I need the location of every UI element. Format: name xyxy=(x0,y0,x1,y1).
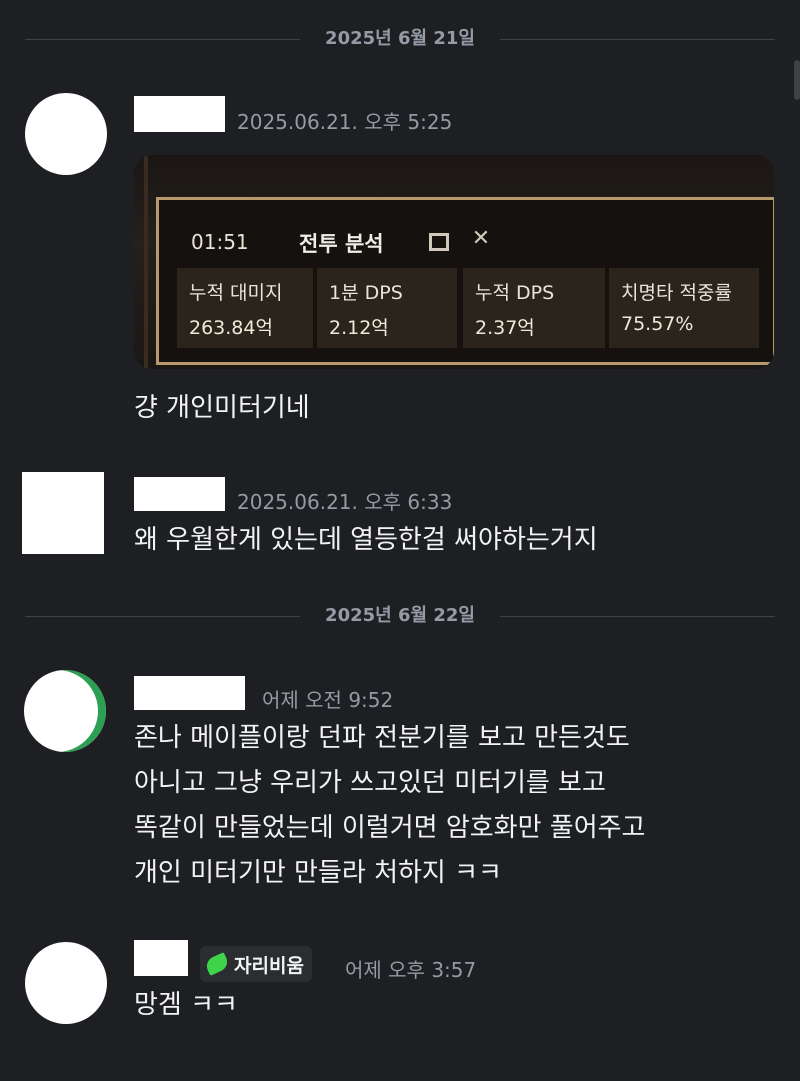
stat-cell: 누적 대미지 263.84억 xyxy=(177,268,313,348)
stat-label: 치명타 적중률 xyxy=(621,282,732,304)
redacted-username[interactable] xyxy=(134,477,225,511)
image-attachment[interactable]: 01:51 전투 분석 ✕ 누적 대미지 263.84억 1분 DPS 2.12… xyxy=(134,155,774,369)
message-timestamp: 2025.06.21. 오후 6:33 xyxy=(237,490,453,514)
redacted-username[interactable] xyxy=(134,940,188,976)
user-avatar[interactable] xyxy=(24,670,106,752)
stat-cell: 치명타 적중률 75.57% xyxy=(609,268,759,348)
combat-panel-title: 전투 분석 xyxy=(299,232,384,256)
date-divider: 2025년 6월 21일 xyxy=(25,28,775,50)
stat-value: 2.12억 xyxy=(329,317,389,339)
redacted-username[interactable] xyxy=(134,96,225,132)
message-line: 존나 메이플이랑 던파 전분기를 보고 만든것도 xyxy=(134,723,630,753)
combat-analysis-panel: 01:51 전투 분석 ✕ 누적 대미지 263.84억 1분 DPS 2.12… xyxy=(156,197,774,365)
stat-cell: 1분 DPS 2.12억 xyxy=(317,268,457,348)
stat-label: 누적 대미지 xyxy=(189,282,283,304)
message-line: 똑같이 만들었는데 이럴거면 암호화만 풀어주고 xyxy=(134,813,646,843)
stat-label: 1분 DPS xyxy=(329,282,403,304)
message-line: 개인 미터기만 만들라 처하지 ㅋㅋ xyxy=(134,858,502,888)
message-timestamp: 2025.06.21. 오후 5:25 xyxy=(237,110,453,134)
stat-value: 263.84억 xyxy=(189,317,273,339)
message-line: 아니고 그냥 우리가 쓰고있던 미터기를 보고 xyxy=(134,768,606,798)
message-text: 왜 우월한게 있는데 열등한걸 써야하는거지 xyxy=(134,525,598,555)
stat-cell: 누적 DPS 2.37억 xyxy=(463,268,605,348)
stat-value: 2.37억 xyxy=(475,317,535,339)
user-avatar[interactable] xyxy=(22,472,104,554)
combat-timer: 01:51 xyxy=(191,230,249,254)
stat-value: 75.57% xyxy=(621,313,694,335)
message-timestamp: 어제 오후 3:57 xyxy=(345,958,477,982)
message-text: 망겜 ㅋㅋ xyxy=(134,990,238,1020)
user-avatar[interactable] xyxy=(25,942,107,1024)
message-timestamp: 어제 오전 9:52 xyxy=(262,688,394,712)
redacted-username[interactable] xyxy=(134,676,245,710)
message-text: 걍 개인미터기네 xyxy=(134,393,310,423)
date-divider: 2025년 6월 22일 xyxy=(25,605,775,627)
maximize-icon xyxy=(429,233,449,251)
user-avatar[interactable] xyxy=(25,93,107,175)
leaf-icon xyxy=(203,952,231,976)
scrollbar[interactable] xyxy=(794,60,800,100)
close-icon: ✕ xyxy=(471,226,491,251)
stat-label: 누적 DPS xyxy=(475,282,555,304)
role-badge-label: 자리비움 xyxy=(234,954,304,977)
role-badge[interactable]: 자리비움 xyxy=(200,946,312,982)
